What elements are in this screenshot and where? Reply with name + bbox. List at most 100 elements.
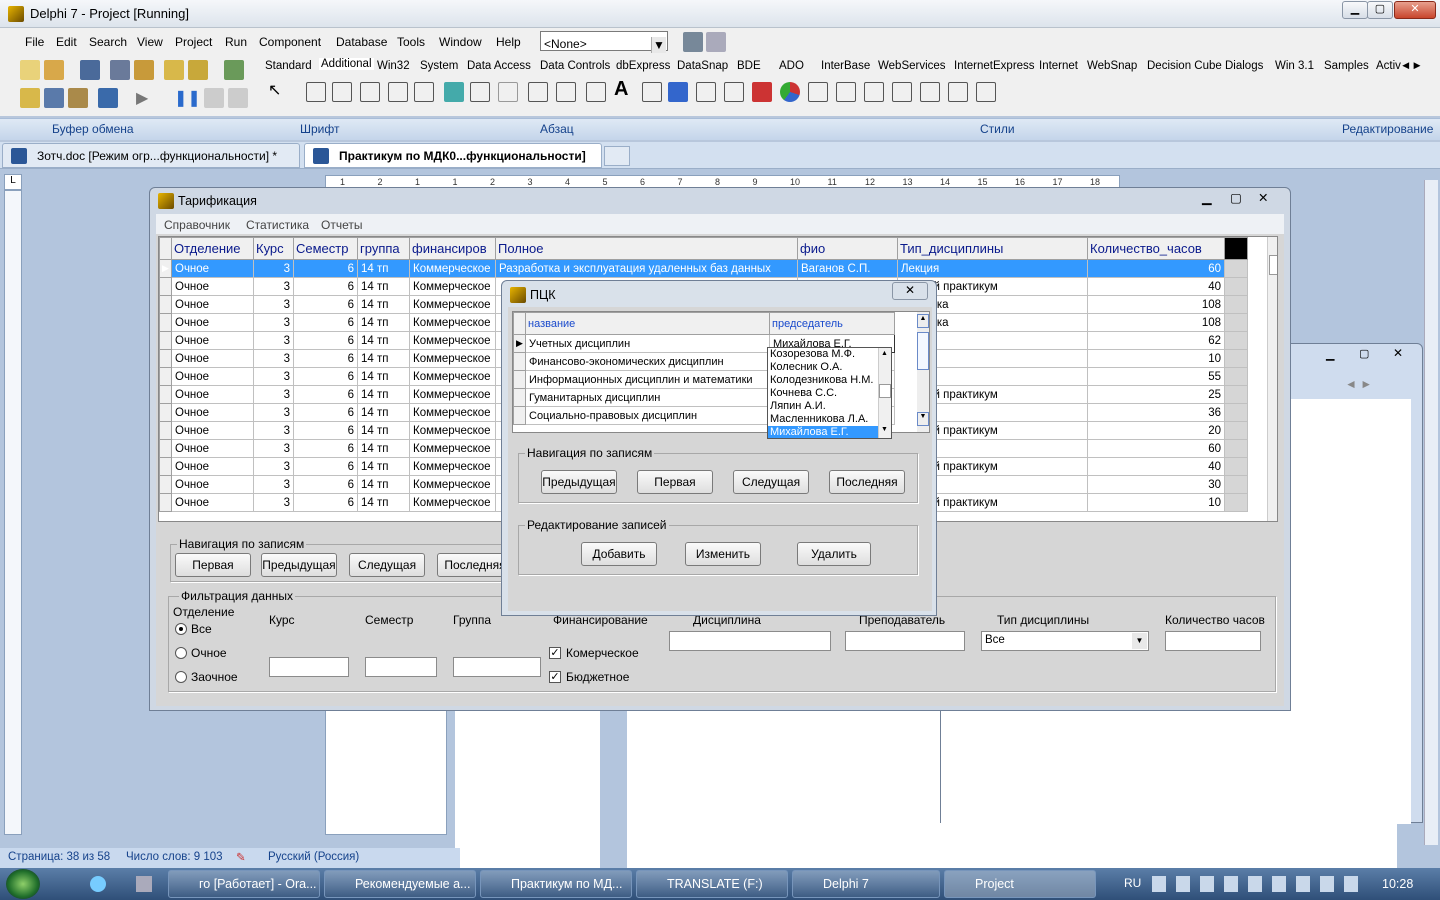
remove-file-icon[interactable] [188,60,208,80]
row-indicator[interactable] [159,475,172,494]
scroll-down-icon[interactable]: ▼ [917,412,929,426]
bitbtn-icon[interactable] [306,82,326,102]
palette-tab-system[interactable]: System [420,60,458,72]
actiontoolbar-icon[interactable] [864,82,884,102]
dept-all-radio[interactable] [175,623,187,635]
word-vertical-scrollbar[interactable] [1424,180,1438,845]
pointer-icon[interactable]: ↖ [268,80,281,100]
row-indicator[interactable] [159,403,172,422]
statictext-icon[interactable]: A [614,78,628,101]
menu-window[interactable]: Window [439,35,482,49]
maximize-button[interactable]: ▢ [1230,190,1242,205]
new-icon[interactable] [20,60,40,80]
save-icon[interactable] [80,60,100,80]
run-icon[interactable]: ▶ [136,88,148,108]
row-indicator[interactable] [159,385,172,404]
menu-reports[interactable]: Отчеты [321,218,362,232]
start-button[interactable] [6,869,40,899]
course-input[interactable] [269,657,349,677]
first-button[interactable]: Первая [175,553,251,577]
taskbar-item-project[interactable]: Project [944,870,1096,898]
semester-input[interactable] [365,657,437,677]
toggle-form-unit-icon[interactable] [68,88,88,108]
actionmainmenubar-icon[interactable] [836,82,856,102]
edit-button[interactable]: Изменить [685,542,761,566]
language-indicator[interactable]: RU [1124,876,1141,890]
minimize-button[interactable]: ▁ [1326,348,1334,361]
palette-tab-data-controls[interactable]: Data Controls [540,60,610,72]
save-all-icon[interactable] [110,60,130,80]
col-group[interactable]: группа [357,237,410,260]
tray-icons[interactable] [1152,876,1364,892]
row-indicator[interactable] [159,457,172,476]
dropdown-option[interactable]: Михайлова Е.Г. [768,426,878,438]
menu-directory[interactable]: Справочник [164,218,230,232]
menu-search[interactable]: Search [89,35,127,49]
maskedit-icon[interactable] [360,82,380,102]
add-file-icon[interactable] [164,60,184,80]
shape-icon[interactable] [470,82,490,102]
xpcolormap-icon[interactable] [892,82,912,102]
palette-tab-additional[interactable]: Additional [319,58,374,70]
commercial-checkbox[interactable]: ✓ [549,647,561,659]
status-words[interactable]: Число слов: 9 103 [126,851,223,863]
next-button[interactable]: Следущая [349,553,425,577]
taskbar-item-delphi[interactable]: Delphi 7 [792,870,940,898]
row-indicator[interactable] [159,439,172,458]
dropdown-option[interactable]: Ляпин А.И. [768,400,878,413]
labelededit-icon[interactable] [724,82,744,102]
actionmanager-icon[interactable] [808,82,828,102]
row-indicator[interactable] [159,313,172,332]
minimize-button[interactable]: ▁ [1202,190,1212,205]
checklistbox-icon[interactable] [556,82,576,102]
palette-tab-bde[interactable]: BDE [737,60,761,72]
help-icon[interactable] [224,60,244,80]
open-icon[interactable] [44,60,64,80]
menu-project[interactable]: Project [175,35,212,49]
customizedlg-icon[interactable] [976,82,996,102]
ruler-toggle-button[interactable]: L [4,174,22,190]
applicationevents-icon[interactable] [668,82,688,102]
menu-database[interactable]: Database [336,35,387,49]
palette-tab-websnap[interactable]: WebSnap [1087,60,1137,72]
palette-tab-dialogs[interactable]: Dialogs [1225,60,1263,72]
type-select[interactable]: Все ▼ [981,631,1149,651]
step-over-icon[interactable] [228,88,248,108]
palette-tab-internet[interactable]: Internet [1039,60,1078,72]
palette-tab-interbase[interactable]: InterBase [821,60,870,72]
menu-file[interactable]: File [25,35,44,49]
menu-view[interactable]: View [137,35,163,49]
scroll-up-icon[interactable]: ▲ [917,314,929,328]
row-indicator[interactable]: ▶ [513,334,526,353]
scroll-up-icon[interactable]: ▲ [881,350,888,357]
taskbar-item-oracle[interactable]: го [Работает] - Ora... [168,870,320,898]
set-debug-desktop-icon[interactable] [706,32,726,52]
row-indicator[interactable] [159,349,172,368]
doc-tab-2[interactable]: Практикум по МДК0...функциональности] [304,143,602,168]
taskbar-item-translate[interactable]: TRANSLATE (F:) [636,870,788,898]
previous-button[interactable]: Предыдущая [541,470,617,494]
bevel-icon[interactable] [498,82,518,102]
scroll-thumb[interactable] [879,384,891,398]
previous-button[interactable]: Предыдущая [261,553,337,577]
save-desktop-icon[interactable] [683,32,703,52]
scroll-thumb[interactable] [1269,255,1277,275]
close-button[interactable]: ✕ [1258,190,1268,205]
back-arrow-icon[interactable]: ◄ ► [1345,377,1372,391]
dropdown-option[interactable]: Козорезова М.Ф. [768,348,878,361]
palette-tab-datasnap[interactable]: DataSnap [677,60,728,72]
col-semester[interactable]: Семестр [293,237,358,260]
table-row[interactable]: ▶ Очное 3 6 14 тп Коммерческое Разработка и эк… [159,259,1248,278]
drawgrid-icon[interactable] [414,82,434,102]
palette-tab-win32[interactable]: Win32 [377,60,410,72]
col-chairman[interactable]: председатель [769,312,895,335]
new-tab-button[interactable] [604,146,630,166]
row-indicator[interactable] [159,493,172,512]
row-indicator[interactable] [513,370,526,389]
col-fio[interactable]: фио [797,237,898,260]
close-button[interactable]: ✕ [1393,346,1403,360]
col-name[interactable]: название [525,312,770,335]
budget-checkbox[interactable]: ✓ [549,671,561,683]
status-page[interactable]: Страница: 38 из 58 [8,851,110,863]
hours-input[interactable] [1165,631,1261,651]
